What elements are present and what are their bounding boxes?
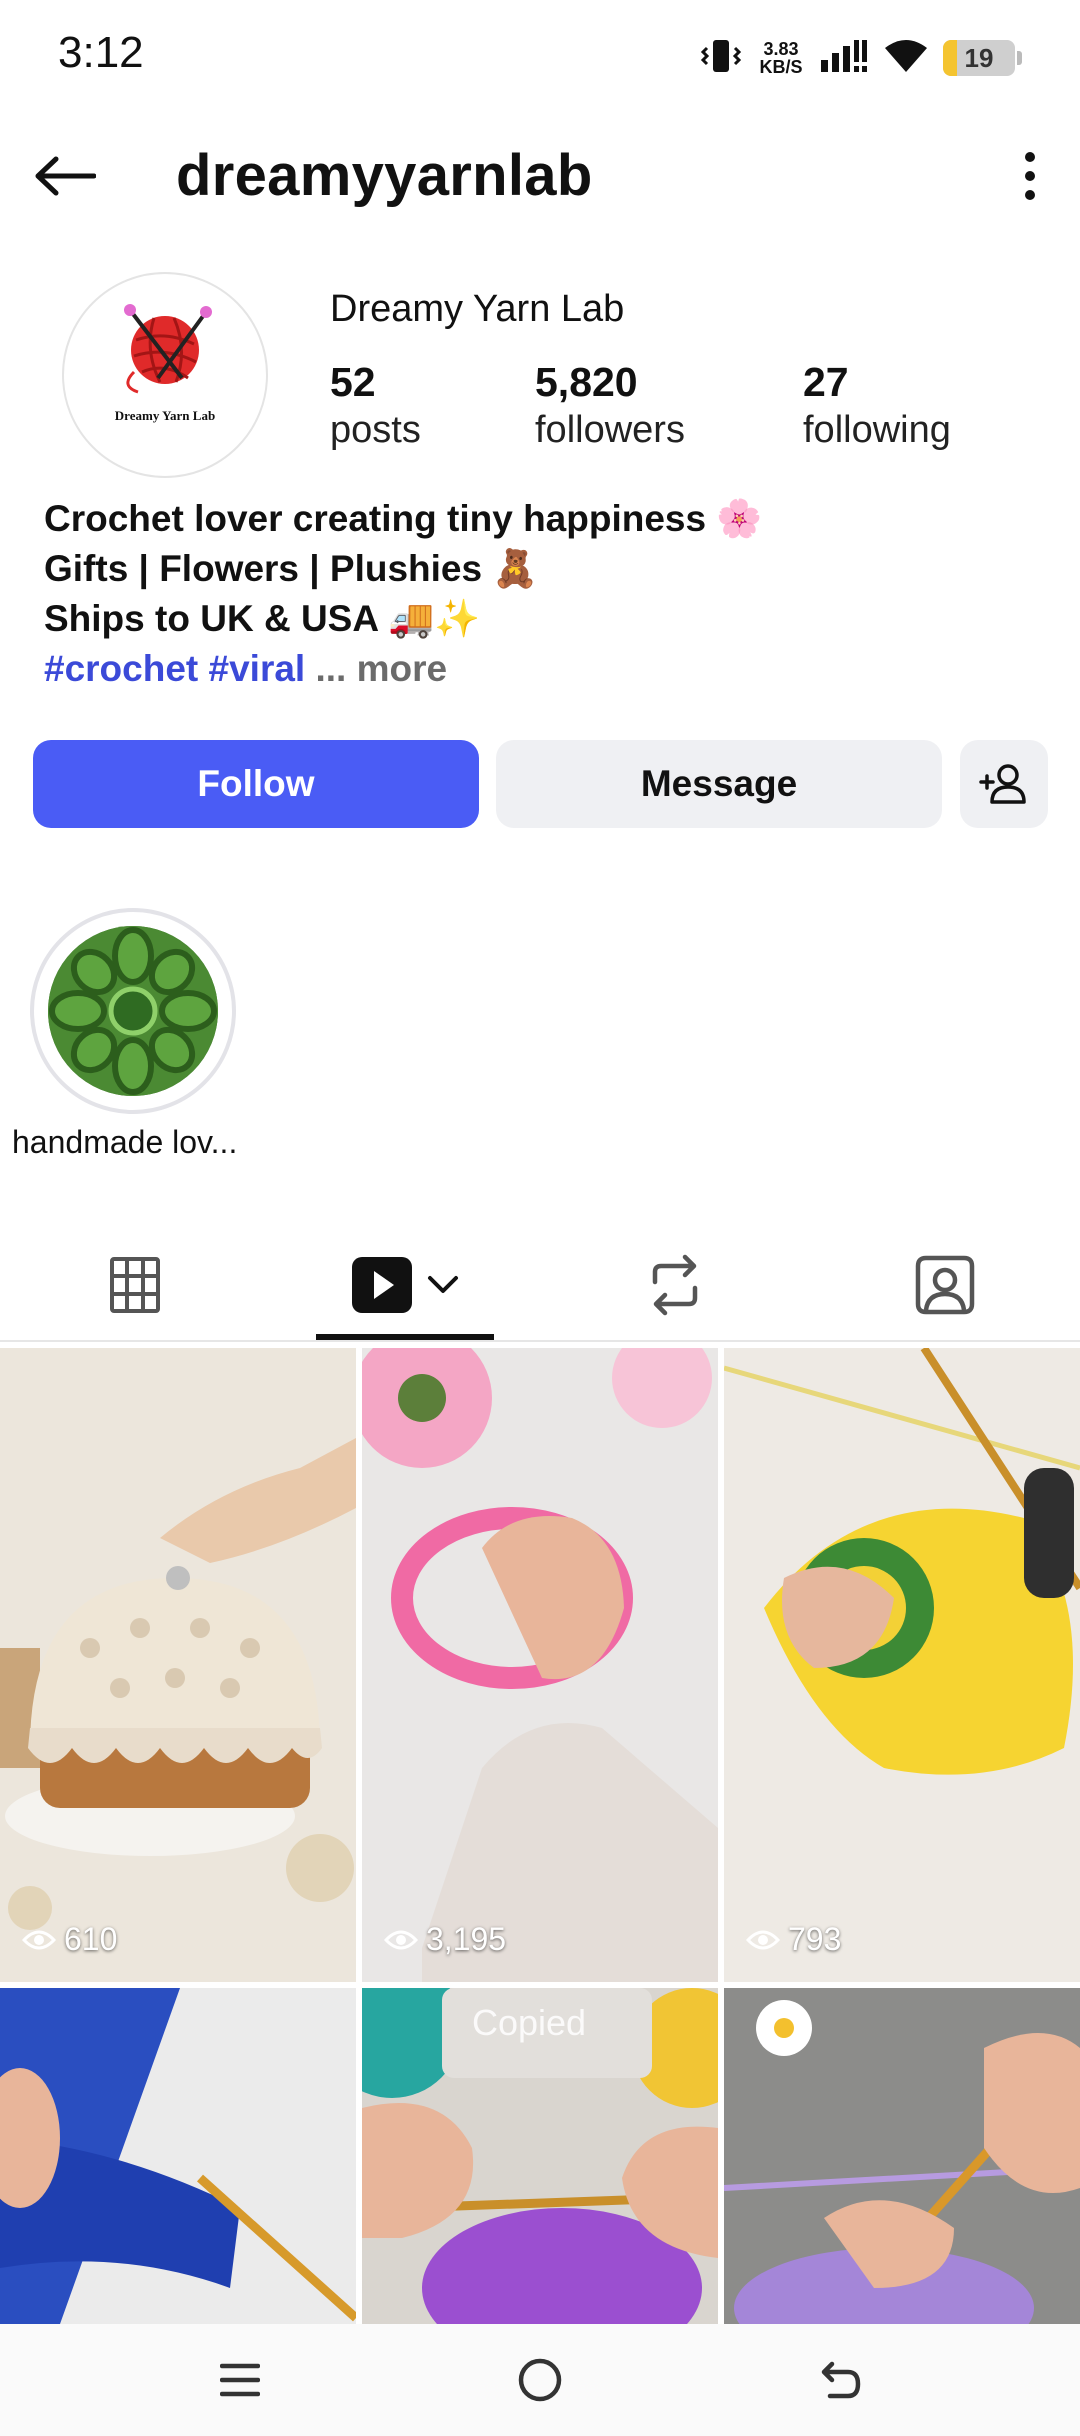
tab-posts-grid[interactable]	[0, 1230, 270, 1340]
highlight-label: handmade lov...	[12, 1124, 238, 1160]
stat-followers-label: followers	[535, 409, 685, 451]
profile-avatar[interactable]: Dreamy Yarn Lab	[62, 272, 268, 478]
copied-toast: Copied	[472, 2002, 587, 2043]
profile-tabs	[0, 1230, 1080, 1342]
profile-header: dreamyyarnlab	[0, 130, 1080, 222]
vibrate-icon	[699, 36, 743, 81]
home-icon	[518, 2358, 562, 2402]
avatar-text: Dreamy Yarn Lab	[114, 408, 216, 423]
bio-tags-line: #crochet #viral ... more	[44, 644, 1044, 694]
more-vertical-icon	[1025, 152, 1035, 200]
signal-icon	[819, 38, 869, 79]
system-navbar	[0, 2324, 1080, 2436]
reel-thumbnail[interactable]	[0, 1988, 356, 2324]
eye-icon	[746, 1930, 780, 1949]
reels-icon	[352, 1257, 412, 1313]
profile-bio: Crochet lover creating tiny happiness 🌸 …	[44, 494, 1044, 694]
stat-posts-label: posts	[330, 409, 421, 451]
follow-button[interactable]: Follow	[33, 740, 479, 828]
view-count-value: 3,195	[426, 1921, 507, 1957]
display-name: Dreamy Yarn Lab	[330, 288, 625, 330]
reel-thumbnail[interactable]: 610	[0, 1348, 356, 1982]
story-highlight[interactable]	[30, 908, 236, 1114]
tab-tagged[interactable]	[810, 1230, 1080, 1340]
stat-following-value: 27	[803, 359, 849, 405]
reposts-icon	[652, 1254, 698, 1316]
bio-hashtags[interactable]: #crochet #viral	[44, 648, 305, 689]
message-button[interactable]: Message	[496, 740, 942, 828]
reel-image	[362, 1348, 718, 1982]
reel-thumbnail[interactable]: 3,195	[362, 1348, 718, 1982]
bio-more-link[interactable]: ... more	[305, 648, 447, 689]
menu-icon	[220, 2363, 260, 2397]
tab-reels[interactable]	[270, 1230, 540, 1340]
reel-image	[0, 1348, 356, 1982]
reel-image	[0, 1988, 356, 2324]
speed-value: 3.83	[763, 39, 799, 59]
suggest-users-button[interactable]	[960, 740, 1048, 828]
more-options-button[interactable]	[1010, 144, 1050, 208]
reel-thumbnail[interactable]: Copied	[362, 1988, 718, 2324]
battery-level: 19	[964, 42, 994, 73]
back-icon	[821, 2361, 861, 2399]
view-count-value: 793	[788, 1921, 842, 1957]
view-count-value: 610	[64, 1921, 118, 1957]
bio-line: Ships to UK & USA 🚚✨	[44, 598, 481, 639]
nav-back-button[interactable]	[800, 2350, 880, 2410]
status-bar: 3:12 3.83 KB/S 19	[0, 0, 1080, 118]
stat-posts-value: 52	[330, 359, 376, 405]
bio-line: Crochet lover creating tiny happiness 🌸	[44, 498, 763, 539]
reel-thumbnail[interactable]	[724, 1988, 1080, 2324]
status-time: 3:12	[58, 28, 144, 77]
wifi-icon	[883, 38, 929, 79]
reel-image	[724, 1988, 1080, 2324]
add-person-icon	[979, 764, 1026, 804]
grid-icon	[110, 1257, 160, 1313]
bio-line: Gifts | Flowers | Plushies 🧸	[44, 548, 539, 589]
nav-home-button[interactable]	[500, 2350, 580, 2410]
stat-followers-value: 5,820	[535, 359, 638, 405]
status-icons: 3.83 KB/S 19	[699, 28, 1022, 88]
highlight-cover	[48, 926, 218, 1096]
stat-posts[interactable]: 52 posts	[330, 358, 421, 454]
eye-icon	[384, 1930, 418, 1949]
battery-fill	[943, 40, 957, 76]
active-tab-indicator	[316, 1334, 494, 1340]
back-button[interactable]	[30, 146, 100, 206]
reel-thumbnail[interactable]: 793	[724, 1348, 1080, 1982]
arrow-left-icon	[35, 156, 96, 196]
stat-following-label: following	[803, 409, 951, 451]
chevron-down-icon	[428, 1276, 458, 1293]
battery-tip	[1017, 51, 1022, 65]
eye-icon	[22, 1930, 56, 1949]
stat-following[interactable]: 27 following	[803, 358, 951, 454]
view-count: 3,195	[384, 1921, 506, 1958]
stat-followers[interactable]: 5,820 followers	[535, 358, 685, 454]
reel-image	[724, 1348, 1080, 1982]
nav-menu-button[interactable]	[200, 2350, 280, 2410]
battery-icon: 19	[943, 40, 1015, 76]
speed-unit: KB/S	[759, 57, 803, 77]
view-count: 610	[22, 1921, 117, 1958]
tab-reposts[interactable]	[540, 1230, 810, 1340]
network-speed: 3.83 KB/S	[757, 40, 805, 76]
tagged-icon	[915, 1255, 975, 1315]
view-count: 793	[746, 1921, 841, 1958]
profile-username: dreamyyarnlab	[176, 143, 593, 208]
yarn-ball-logo	[124, 304, 212, 394]
